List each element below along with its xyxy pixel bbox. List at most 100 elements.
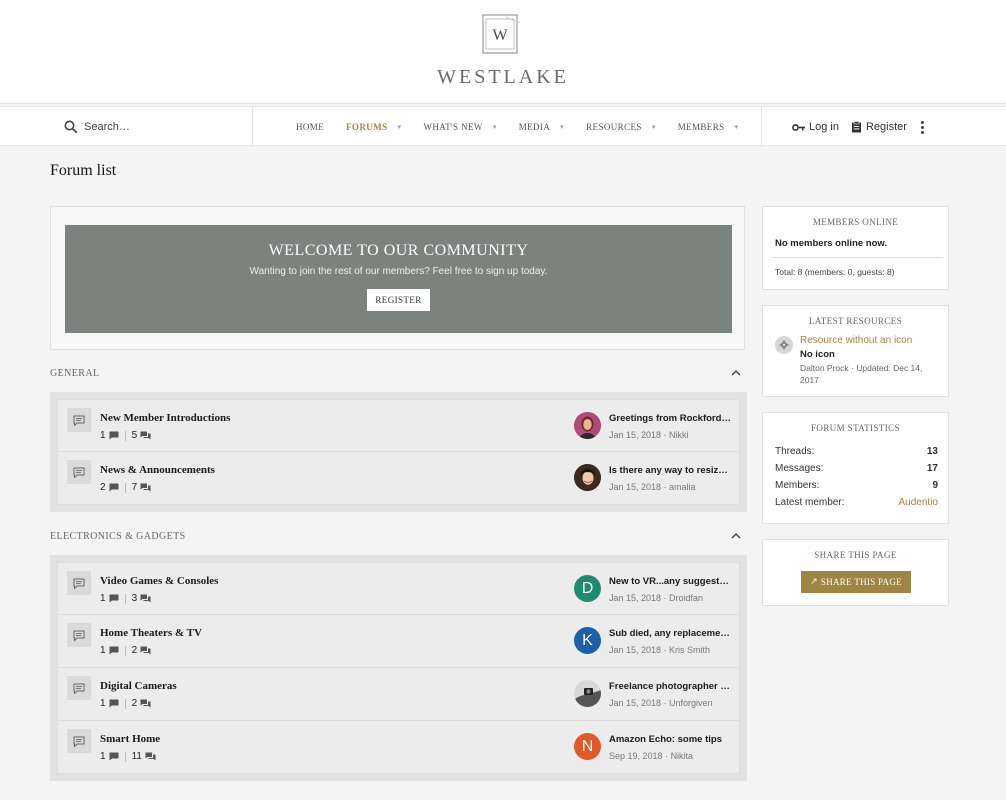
latest-thread-meta: Jan 15, 2018 · Kris Smith xyxy=(609,645,711,655)
thread-count: 2 xyxy=(100,482,106,493)
search-icon xyxy=(64,120,78,134)
page-title: Forum list xyxy=(50,162,117,179)
category-forum-list: Video Games & Consoles 1 3 D New to VR..… xyxy=(50,555,747,781)
nav-item-home[interactable]: HOME xyxy=(296,122,324,132)
block-title: FORUM STATISTICS xyxy=(811,423,900,433)
share-page-button[interactable]: ↗ SHARE THIS PAGE xyxy=(801,571,911,593)
forum-icon xyxy=(67,571,91,595)
message-count: 11 xyxy=(131,751,142,762)
latest-thread-link[interactable]: Greetings from Rockford, IL xyxy=(609,413,731,424)
forum-stats: 1 5 xyxy=(100,430,151,441)
more-options-icon[interactable] xyxy=(920,120,924,134)
avatar[interactable] xyxy=(574,464,601,491)
resource-description: No icon xyxy=(800,349,835,360)
message-count: 3 xyxy=(131,593,138,604)
login-link[interactable]: Log in xyxy=(792,121,839,133)
share-page-block: SHARE THIS PAGE ↗ SHARE THIS PAGE xyxy=(762,539,949,606)
nav-tabs: HOME FORUMS ▾ WHAT'S NEW ▾ MEDIA ▾ RESOURCE… xyxy=(296,107,760,147)
forum-statistics-block: FORUM STATISTICS Threads: 13 Messages: 17 … xyxy=(762,412,949,524)
messages-icon xyxy=(145,752,156,761)
forum-title[interactable]: News & Announcements xyxy=(100,464,215,476)
stat-row: Members: 9 xyxy=(775,480,938,491)
latest-member-link[interactable]: Audentio xyxy=(899,497,938,508)
forum-stats: 1 3 xyxy=(100,593,151,604)
message-count: 7 xyxy=(131,482,138,493)
forum-node[interactable]: Home Theaters & TV 1 2 K Sub died, any r… xyxy=(57,615,740,668)
nav-item-members[interactable]: MEMBERS ▾ xyxy=(678,122,739,132)
welcome-title: WELCOME TO OUR COMMUNITY xyxy=(268,242,529,259)
stat-row: Latest member: Audentio xyxy=(775,497,938,508)
main-navigation: Search… HOME FORUMS ▾ WHAT'S NEW ▾ MEDIA ▾ … xyxy=(0,106,1006,147)
chevron-down-icon[interactable]: ▾ xyxy=(652,123,656,131)
chevron-down-icon[interactable]: ▾ xyxy=(560,123,564,131)
site-name[interactable]: WESTLAKE xyxy=(0,66,1006,89)
chevron-up-icon[interactable] xyxy=(731,370,741,376)
messages-icon xyxy=(140,483,151,492)
search-trigger[interactable]: Search… xyxy=(64,118,130,136)
thread-count: 1 xyxy=(100,430,106,441)
chevron-down-icon[interactable]: ▾ xyxy=(398,123,402,131)
online-total: Total: 8 (members: 0, guests: 8) xyxy=(775,267,895,277)
resource-link[interactable]: Resource without an icon xyxy=(800,335,912,346)
logo-emblem-icon: W xyxy=(482,14,531,54)
avatar[interactable]: D xyxy=(574,575,601,602)
gear-icon xyxy=(775,336,793,354)
latest-thread-link[interactable]: Amazon Echo: some tips xyxy=(609,734,731,745)
register-link[interactable]: Register xyxy=(851,121,907,133)
nav-item-media[interactable]: MEDIA ▾ xyxy=(519,122,564,132)
nav-item-forums[interactable]: FORUMS ▾ xyxy=(346,122,401,132)
forum-icon xyxy=(67,460,91,484)
forum-title[interactable]: New Member Introductions xyxy=(100,412,230,424)
site-logo[interactable]: W xyxy=(480,13,531,55)
forum-node[interactable]: Smart Home 1 11 N Amazon Echo: some tips… xyxy=(57,721,740,774)
latest-thread-link[interactable]: Freelance photographer looking for advic… xyxy=(609,681,731,692)
forum-icon xyxy=(67,729,91,753)
clipboard-icon xyxy=(851,121,861,133)
thread-icon xyxy=(109,646,119,655)
chevron-down-icon[interactable]: ▾ xyxy=(493,123,497,131)
register-button[interactable]: REGISTER xyxy=(367,289,430,311)
chevron-down-icon[interactable]: ▾ xyxy=(735,123,739,131)
forum-title[interactable]: Smart Home xyxy=(100,733,160,745)
forum-stats: 1 2 xyxy=(100,645,151,656)
chevron-up-icon[interactable] xyxy=(731,533,741,539)
forum-node[interactable]: New Member Introductions 1 5 Greetings f… xyxy=(57,399,740,452)
latest-thread-meta: Sep 19, 2018 · Nikita xyxy=(609,751,694,761)
forum-title[interactable]: Digital Cameras xyxy=(100,680,177,692)
category-header[interactable]: ELECTRONICS & GADGETS xyxy=(50,525,745,547)
message-count: 5 xyxy=(131,430,138,441)
latest-thread-link[interactable]: New to VR...any suggestions? xyxy=(609,576,731,587)
forum-icon xyxy=(67,623,91,647)
forum-node[interactable]: Video Games & Consoles 1 3 D New to VR..… xyxy=(57,562,740,615)
key-icon xyxy=(792,123,805,131)
latest-thread-link[interactable]: Sub died, any replacement suggestions? xyxy=(609,628,731,639)
welcome-notice: WELCOME TO OUR COMMUNITY Wanting to join… xyxy=(50,206,745,350)
members-online-block: MEMBERS ONLINE No members online now. To… xyxy=(762,206,949,290)
forum-stats: 1 11 xyxy=(100,751,156,762)
account-links: Log in Register xyxy=(792,107,924,147)
latest-thread-meta: Jan 15, 2018 · Nikki xyxy=(609,430,689,440)
divider xyxy=(771,257,943,258)
forum-icon xyxy=(67,676,91,700)
forum-title[interactable]: Video Games & Consoles xyxy=(100,575,218,587)
welcome-banner: WELCOME TO OUR COMMUNITY Wanting to join… xyxy=(65,225,732,333)
nav-divider xyxy=(761,107,762,147)
messages-icon xyxy=(140,699,151,708)
forum-node[interactable]: Digital Cameras 1 2 Freelance photograph… xyxy=(57,668,740,721)
online-status: No members online now. xyxy=(775,238,888,249)
thread-count: 1 xyxy=(100,593,106,604)
latest-thread-link[interactable]: Is there any way to resize images? xyxy=(609,465,731,476)
nav-item-resources[interactable]: RESOURCES ▾ xyxy=(586,122,656,132)
nav-item-whats-new[interactable]: WHAT'S NEW ▾ xyxy=(423,122,496,132)
category-forum-list: New Member Introductions 1 5 Greetings f… xyxy=(50,392,747,512)
forum-node[interactable]: News & Announcements 2 7 Is there any wa… xyxy=(57,452,740,505)
thread-count: 1 xyxy=(100,698,106,709)
thread-count: 1 xyxy=(100,645,106,656)
forum-title[interactable]: Home Theaters & TV xyxy=(100,627,202,639)
avatar[interactable]: K xyxy=(574,627,601,654)
category-header[interactable]: GENERAL xyxy=(50,362,745,384)
avatar[interactable]: N xyxy=(574,733,601,760)
avatar[interactable] xyxy=(574,680,601,707)
welcome-text: Wanting to join the rest of our members?… xyxy=(249,266,548,277)
avatar[interactable] xyxy=(574,412,601,439)
